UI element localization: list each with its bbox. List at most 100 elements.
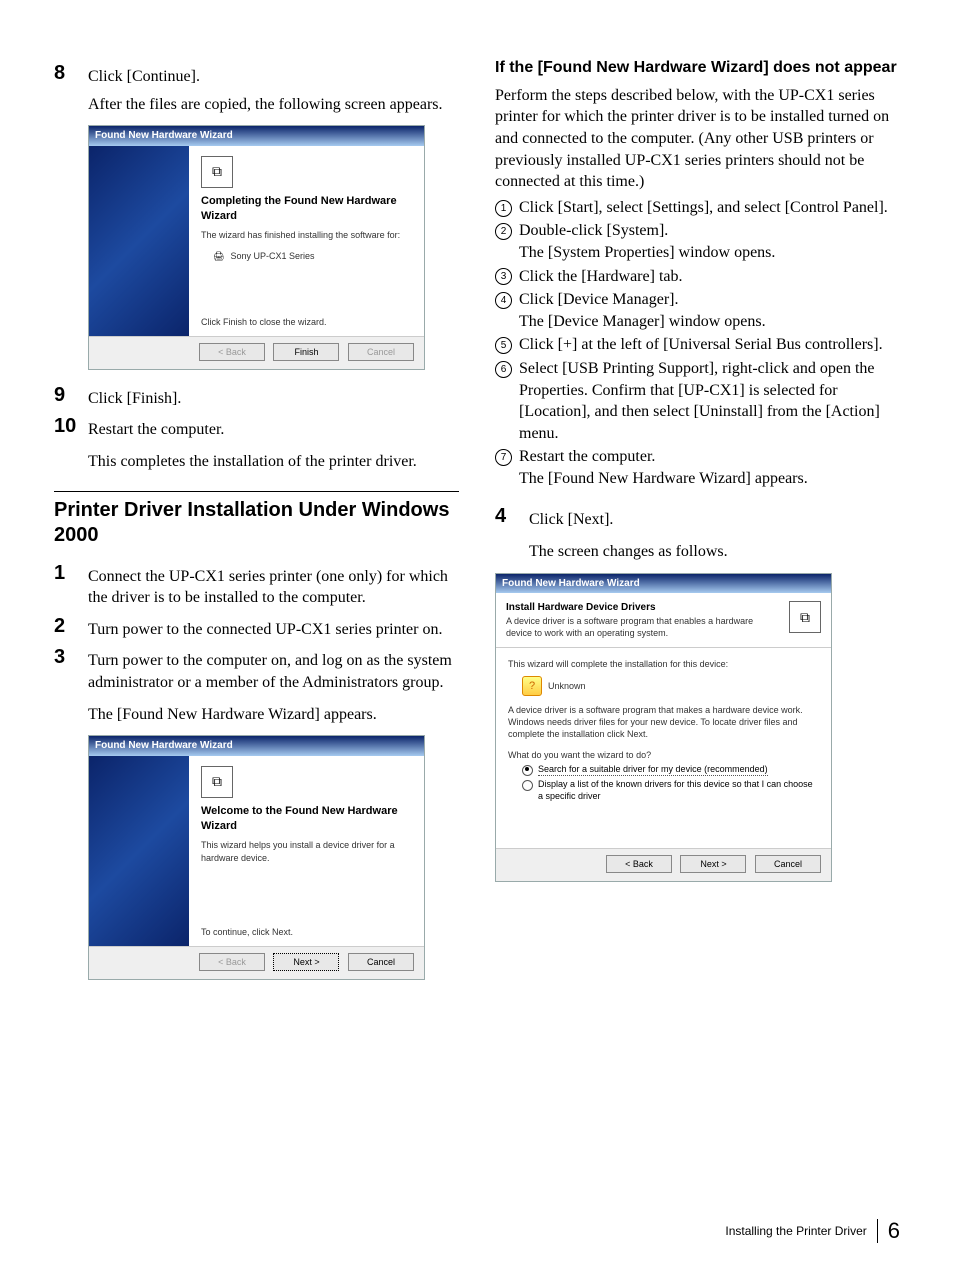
step-10-followup: This completes the installation of the p… bbox=[88, 451, 459, 473]
step-text: Click [Finish]. bbox=[88, 384, 459, 410]
enum-marker: 6 bbox=[495, 358, 519, 444]
dialog-desc: A device driver is a software program th… bbox=[508, 704, 819, 740]
dialog-body: This wizard will complete the installati… bbox=[496, 648, 831, 848]
cancel-button[interactable]: Cancel bbox=[348, 343, 414, 361]
dialog-banner: Install Hardware Device Drivers A device… bbox=[496, 593, 831, 648]
circled-number-icon: 3 bbox=[495, 268, 512, 285]
dialog-heading: Completing the Found New Hardware Wizard bbox=[201, 194, 412, 224]
intro-paragraph: Perform the steps described below, with … bbox=[495, 85, 900, 193]
dialog-line: This wizard helps you install a device d… bbox=[201, 839, 412, 863]
back-button[interactable]: < Back bbox=[199, 953, 265, 971]
dialog-footer: < Back Next > Cancel bbox=[89, 946, 424, 979]
dialog-side-banner bbox=[89, 756, 189, 946]
sub-heading: If the [Found New Hardware Wizard] does … bbox=[495, 58, 900, 79]
radio-dot-icon bbox=[522, 765, 533, 776]
dialog-closing: To continue, click Next. bbox=[201, 926, 412, 938]
enum-subtext: The [Found New Hardware Wizard] appears. bbox=[519, 468, 900, 490]
left-column: 8 Click [Continue]. After the files are … bbox=[54, 58, 459, 994]
w2k-step-1: 1 Connect the UP-CX1 series printer (one… bbox=[54, 562, 459, 609]
cancel-button[interactable]: Cancel bbox=[348, 953, 414, 971]
step-8-followup: After the files are copied, the followin… bbox=[88, 94, 459, 116]
dialog-closing: Click Finish to close the wizard. bbox=[201, 316, 412, 328]
dialog-line: The wizard has finished installing the s… bbox=[201, 229, 412, 241]
step-8: 8 Click [Continue]. bbox=[54, 62, 459, 88]
enum-text: Double-click [System].The [System Proper… bbox=[519, 220, 900, 263]
step-text: Turn power to the connected UP-CX1 serie… bbox=[88, 615, 459, 641]
right-column: If the [Found New Hardware Wizard] does … bbox=[495, 58, 900, 994]
dialog-line: This wizard will complete the installati… bbox=[508, 658, 819, 670]
banner-text: A device driver is a software program th… bbox=[506, 615, 766, 639]
step-number: 9 bbox=[54, 384, 88, 406]
dialog-title: Found New Hardware Wizard bbox=[496, 574, 831, 594]
enum-marker: 3 bbox=[495, 266, 519, 288]
step-number: 4 bbox=[495, 505, 529, 527]
step-number: 10 bbox=[54, 415, 88, 437]
enum-item: 5 Click [+] at the left of [Universal Ser… bbox=[495, 334, 900, 356]
unknown-label: Unknown bbox=[548, 680, 586, 692]
radio-option-list[interactable]: Display a list of the known drivers for … bbox=[522, 778, 819, 802]
next-button[interactable]: Next > bbox=[680, 855, 746, 873]
enum-text: Click [Device Manager].The [Device Manag… bbox=[519, 289, 900, 332]
hardware-icon: ⧉ bbox=[789, 601, 821, 633]
dialog-body: ⧉ Welcome to the Found New Hardware Wiza… bbox=[89, 756, 424, 946]
circled-number-icon: 6 bbox=[495, 361, 512, 378]
circled-number-icon: 1 bbox=[495, 200, 512, 217]
dialog-question: What do you want the wizard to do? bbox=[508, 749, 819, 761]
step-9: 9 Click [Finish]. bbox=[54, 384, 459, 410]
footer-label: Installing the Printer Driver bbox=[725, 1223, 866, 1239]
enum-item: 7 Restart the computer.The [Found New Har… bbox=[495, 446, 900, 489]
page-number: 6 bbox=[888, 1216, 900, 1246]
dialog-heading: Welcome to the Found New Hardware Wizard bbox=[201, 804, 412, 834]
step-number: 3 bbox=[54, 646, 88, 668]
unknown-device-row: ? Unknown bbox=[522, 676, 819, 696]
step-number: 2 bbox=[54, 615, 88, 637]
enum-text: Click [Start], select [Settings], and se… bbox=[519, 197, 900, 219]
enum-marker: 1 bbox=[495, 197, 519, 219]
dialog-footer: < Back Next > Cancel bbox=[496, 848, 831, 881]
two-column-layout: 8 Click [Continue]. After the files are … bbox=[54, 58, 900, 994]
step-text: Connect the UP-CX1 series printer (one o… bbox=[88, 562, 459, 609]
w2k-step-3: 3 Turn power to the computer on, and log… bbox=[54, 646, 459, 693]
step-4: 4 Click [Next]. bbox=[495, 505, 900, 531]
step-text: Restart the computer. bbox=[88, 415, 459, 441]
radio-option-search[interactable]: Search for a suitable driver for my devi… bbox=[522, 763, 819, 776]
w2k-step-2: 2 Turn power to the connected UP-CX1 ser… bbox=[54, 615, 459, 641]
circled-number-icon: 4 bbox=[495, 292, 512, 309]
dialog-main: ⧉ Welcome to the Found New Hardware Wiza… bbox=[189, 756, 424, 946]
radio-label: Display a list of the known drivers for … bbox=[538, 778, 819, 802]
finish-button[interactable]: Finish bbox=[273, 343, 339, 361]
circled-number-icon: 5 bbox=[495, 337, 512, 354]
dialog-body: ⧉ Completing the Found New Hardware Wiza… bbox=[89, 146, 424, 336]
enum-item: 1 Click [Start], select [Settings], and s… bbox=[495, 197, 900, 219]
circled-number-icon: 7 bbox=[495, 449, 512, 466]
enum-item: 4 Click [Device Manager].The [Device Mana… bbox=[495, 289, 900, 332]
enum-marker: 4 bbox=[495, 289, 519, 332]
enum-text: Click the [Hardware] tab. bbox=[519, 266, 900, 288]
w2k-step-3-followup: The [Found New Hardware Wizard] appears. bbox=[88, 704, 459, 726]
enum-marker: 2 bbox=[495, 220, 519, 263]
question-icon: ? bbox=[522, 676, 542, 696]
back-button[interactable]: < Back bbox=[199, 343, 265, 361]
hardware-icon: ⧉ bbox=[201, 156, 233, 188]
document-page: 8 Click [Continue]. After the files are … bbox=[0, 0, 954, 1274]
dialog-main: ⧉ Completing the Found New Hardware Wiza… bbox=[189, 146, 424, 336]
device-name: Sony UP-CX1 Series bbox=[230, 250, 314, 262]
step-10: 10 Restart the computer. bbox=[54, 415, 459, 441]
enumerated-list: 1 Click [Start], select [Settings], and s… bbox=[495, 197, 900, 490]
banner-heading: Install Hardware Device Drivers bbox=[506, 601, 766, 615]
step-text: Turn power to the computer on, and log o… bbox=[88, 646, 459, 693]
enum-text: Select [USB Printing Support], right-cli… bbox=[519, 358, 900, 444]
dialog-title: Found New Hardware Wizard bbox=[89, 126, 424, 146]
wizard-dialog-welcome: Found New Hardware Wizard ⧉ Welcome to t… bbox=[88, 735, 425, 980]
radio-label: Search for a suitable driver for my devi… bbox=[538, 763, 768, 776]
next-button[interactable]: Next > bbox=[273, 953, 339, 971]
enum-text: Click [+] at the left of [Universal Seri… bbox=[519, 334, 900, 356]
cancel-button[interactable]: Cancel bbox=[755, 855, 821, 873]
wizard-dialog-completing: Found New Hardware Wizard ⧉ Completing t… bbox=[88, 125, 425, 370]
step-4-followup: The screen changes as follows. bbox=[529, 541, 900, 563]
back-button[interactable]: < Back bbox=[606, 855, 672, 873]
hardware-icon: ⧉ bbox=[201, 766, 233, 798]
enum-text: Restart the computer.The [Found New Hard… bbox=[519, 446, 900, 489]
enum-marker: 7 bbox=[495, 446, 519, 489]
enum-item: 6 Select [USB Printing Support], right-cl… bbox=[495, 358, 900, 444]
